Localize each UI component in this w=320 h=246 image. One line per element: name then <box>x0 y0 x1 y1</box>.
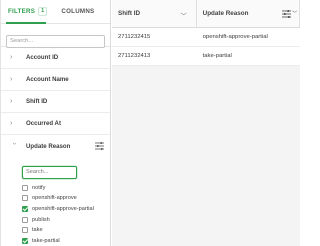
chevron-right-icon: › <box>10 120 13 127</box>
filter-group-label: Shift ID <box>26 98 48 105</box>
filter-active-icon[interactable] <box>282 10 291 18</box>
tab-columns[interactable]: COLUMNS <box>61 8 94 15</box>
checkbox[interactable] <box>22 227 28 234</box>
filter-group-label: Account Name <box>26 76 69 83</box>
tab-filters-label: FILTERS <box>8 8 36 15</box>
checkbox-checked[interactable] <box>22 237 28 244</box>
update-reason-filter: notify openshift-approve openshift-appro… <box>1 157 110 246</box>
option-label: notify <box>32 184 46 191</box>
column-header-shift-id[interactable]: Shift ID ﹀ <box>112 0 197 27</box>
filter-group-label: Account ID <box>26 54 59 61</box>
checkbox[interactable] <box>22 184 28 191</box>
column-header-label: Shift ID <box>118 10 141 17</box>
filters-count-badge: 1 <box>38 7 48 16</box>
active-tab-indicator <box>6 22 46 24</box>
filter-option-take-partial[interactable]: take-partial <box>16 235 105 246</box>
chevron-right-icon: › <box>10 76 13 83</box>
filter-option-take[interactable]: take <box>16 225 105 236</box>
cell-update-reason: take-partial <box>202 53 232 59</box>
grid-header: Shift ID ﹀ Update Reason ﹀ <box>112 0 300 28</box>
filter-group-shift-id[interactable]: › Shift ID <box>1 91 110 113</box>
filter-option-notify[interactable]: notify <box>16 183 105 194</box>
chevron-right-icon: › <box>10 98 13 105</box>
chevron-down-icon: › <box>10 142 18 145</box>
column-header-update-reason[interactable]: Update Reason ﹀ <box>197 0 300 27</box>
filter-group-update-reason[interactable]: › Update Reason <box>1 135 110 157</box>
cell-update-reason: openshift-approve-partial <box>202 34 268 40</box>
filter-search-input[interactable] <box>6 34 105 48</box>
panel-tabs: FILTERS 1 COLUMNS <box>1 0 110 24</box>
option-label: take <box>32 227 43 234</box>
option-label: openshift-approve <box>32 195 77 202</box>
filter-option-publish[interactable]: publish <box>16 214 105 225</box>
data-grid: Shift ID ﹀ Update Reason ﹀ 2711232415 op… <box>112 0 300 246</box>
filter-group-occurred-at[interactable]: › Occurred At <box>1 113 110 135</box>
filter-group-label: Occurred At <box>26 120 61 127</box>
filter-option-openshift-approve[interactable]: openshift-approve <box>16 193 105 204</box>
cell-shift-id: 2711232413 <box>118 53 151 59</box>
tab-filters[interactable]: FILTERS 1 <box>8 7 48 16</box>
cell-shift-id: 2711232415 <box>118 34 151 40</box>
filter-group-account-id[interactable]: › Account ID <box>1 47 110 69</box>
filters-panel: FILTERS 1 COLUMNS › Account ID › Account… <box>1 0 111 246</box>
option-label: openshift-approve-partial <box>32 205 94 212</box>
app: FILTERS 1 COLUMNS › Account ID › Account… <box>0 0 300 246</box>
filter-search-wrap <box>1 24 110 48</box>
filter-active-icon[interactable] <box>95 142 104 150</box>
table-row[interactable]: 2711232415 openshift-approve-partial <box>112 28 300 47</box>
value-search-input[interactable] <box>22 165 77 179</box>
filter-group-account-name[interactable]: › Account Name <box>1 69 110 91</box>
checkbox-checked[interactable] <box>22 205 28 212</box>
chevron-down-icon[interactable]: ﹀ <box>181 11 187 20</box>
filter-group-label: Update Reason <box>26 142 71 150</box>
filter-option-openshift-approve-partial[interactable]: openshift-approve-partial <box>16 204 105 215</box>
checkbox[interactable] <box>22 216 28 223</box>
option-label: publish <box>32 216 50 223</box>
checkbox[interactable] <box>22 195 28 202</box>
chevron-right-icon: › <box>10 54 13 61</box>
tab-columns-label: COLUMNS <box>61 8 95 15</box>
table-row[interactable]: 2711232413 take-partial <box>112 47 300 66</box>
option-label: take-partial <box>32 237 60 244</box>
column-header-label: Update Reason <box>202 10 249 17</box>
chevron-down-icon[interactable]: ﹀ <box>292 10 297 17</box>
